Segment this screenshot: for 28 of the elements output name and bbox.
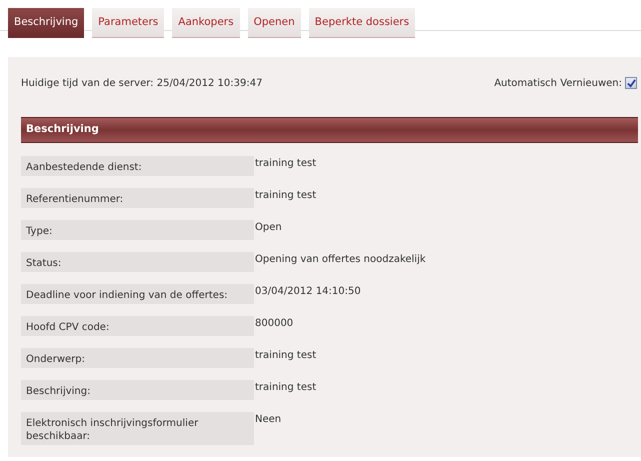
section-header: Beschrijving bbox=[21, 117, 638, 143]
tab[interactable]: Aankopers bbox=[172, 8, 240, 38]
field-label: Status: bbox=[21, 252, 254, 272]
field-label: Beschrijving: bbox=[21, 380, 254, 400]
field-value: Opening van offertes noodzakelijk bbox=[255, 253, 426, 267]
field-value: training test bbox=[255, 157, 316, 171]
field-label: Aanbestedende dienst: bbox=[21, 156, 254, 176]
field-label: Type: bbox=[21, 220, 254, 240]
field-value: training test bbox=[255, 189, 316, 203]
auto-refresh-label: Automatisch Vernieuwen: bbox=[494, 76, 622, 90]
tab[interactable]: Parameters bbox=[92, 8, 164, 38]
field-value: 03/04/2012 14:10:50 bbox=[255, 285, 361, 299]
check-icon bbox=[626, 78, 636, 88]
server-time: Huidige tijd van de server: 25/04/2012 10:39:47 bbox=[21, 76, 262, 90]
field-value: training test bbox=[255, 349, 316, 363]
field-value: Open bbox=[255, 221, 282, 235]
field-value: training test bbox=[255, 381, 316, 395]
auto-refresh-checkbox[interactable] bbox=[625, 77, 637, 89]
tab[interactable]: Beperkte dossiers bbox=[308, 8, 416, 38]
tab[interactable]: Openen bbox=[248, 8, 301, 38]
field-value: 800000 bbox=[255, 317, 294, 331]
field-label: Hoofd CPV code: bbox=[21, 316, 254, 336]
tab[interactable]: Beschrijving bbox=[8, 8, 84, 38]
field-label: Onderwerp: bbox=[21, 348, 254, 368]
field-label: Deadline voor indiening van de offertes: bbox=[21, 284, 254, 304]
field-label: Elektronisch inschrijvingsformulier beschikbaar: bbox=[21, 412, 254, 445]
field-value: Neen bbox=[255, 413, 282, 427]
field-label: Referentienummer: bbox=[21, 188, 254, 208]
